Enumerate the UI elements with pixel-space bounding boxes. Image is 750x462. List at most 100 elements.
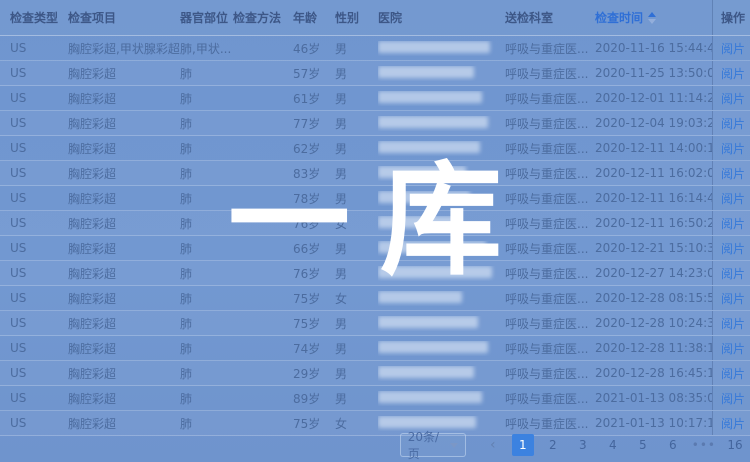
sort-carets[interactable] <box>648 12 656 24</box>
cell-action: 阅片 <box>712 236 750 260</box>
view-image-link[interactable]: 阅片 <box>721 340 745 357</box>
hospital-redacted-block <box>378 241 486 253</box>
table-row[interactable]: US 胸腔彩超 肺 57岁 男 呼吸与重症医... 2020-11-25 13:… <box>0 61 750 86</box>
cell-exam-time: 2020-12-11 16:14:49 <box>595 191 712 205</box>
table-body: US 胸腔彩超,甲状腺彩超 肺,甲状... 46岁 男 呼吸与重症医... 20… <box>0 36 750 436</box>
table-row[interactable]: US 胸腔彩超 肺 62岁 男 呼吸与重症医... 2020-12-11 14:… <box>0 136 750 161</box>
view-image-link[interactable]: 阅片 <box>721 165 745 182</box>
cell-exam-item: 胸腔彩超,甲状腺彩超 <box>68 40 180 57</box>
table-row[interactable]: US 胸腔彩超 肺 78岁 男 呼吸与重症医... 2020-12-11 16:… <box>0 186 750 211</box>
col-header-age[interactable]: 年龄 <box>293 9 335 26</box>
cell-exam-item: 胸腔彩超 <box>68 340 180 357</box>
cell-age: 75岁 <box>293 415 335 432</box>
cell-organ: 肺 <box>180 340 233 357</box>
cell-dept: 呼吸与重症医... <box>505 315 595 332</box>
cell-gender: 男 <box>335 65 378 82</box>
cell-dept: 呼吸与重症医... <box>505 215 595 232</box>
view-image-link[interactable]: 阅片 <box>721 40 745 57</box>
table-row[interactable]: US 胸腔彩超 肺 83岁 男 呼吸与重症医... 2020-12-11 16:… <box>0 161 750 186</box>
cell-gender: 男 <box>335 115 378 132</box>
cell-exam-time: 2020-12-28 11:38:11 <box>595 341 712 355</box>
cell-hospital <box>378 291 505 306</box>
col-header-exam-item[interactable]: 检查项目 <box>68 9 180 26</box>
page-button-5[interactable]: 5 <box>632 434 654 456</box>
cell-action: 阅片 <box>712 86 750 110</box>
page-button-1[interactable]: 1 <box>512 434 534 456</box>
view-image-link[interactable]: 阅片 <box>721 65 745 82</box>
cell-age: 61岁 <box>293 90 335 107</box>
cell-organ: 肺 <box>180 315 233 332</box>
table-row[interactable]: US 胸腔彩超 肺 74岁 男 呼吸与重症医... 2020-12-28 11:… <box>0 336 750 361</box>
col-header-exam-type[interactable]: 检查类型 <box>10 9 68 26</box>
col-header-dept[interactable]: 送检科室 <box>505 9 595 26</box>
col-header-method[interactable]: 检查方法 <box>233 9 293 26</box>
table-row[interactable]: US 胸腔彩超 肺 29岁 男 呼吸与重症医... 2020-12-28 16:… <box>0 361 750 386</box>
cell-age: 78岁 <box>293 190 335 207</box>
table-row[interactable]: US 胸腔彩超 肺 61岁 男 呼吸与重症医... 2020-12-01 11:… <box>0 86 750 111</box>
table-header-row: 检查类型 检查项目 器官部位 检查方法 年龄 性别 医院 送检科室 检查时间 操… <box>0 0 750 36</box>
hospital-redacted-block <box>378 266 492 278</box>
table-row[interactable]: US 胸腔彩超 肺 77岁 男 呼吸与重症医... 2020-12-04 19:… <box>0 111 750 136</box>
view-image-link[interactable]: 阅片 <box>721 365 745 382</box>
cell-dept: 呼吸与重症医... <box>505 190 595 207</box>
view-image-link[interactable]: 阅片 <box>721 215 745 232</box>
table-row[interactable]: US 胸腔彩超 肺 76岁 男 呼吸与重症医... 2020-12-27 14:… <box>0 261 750 286</box>
view-image-link[interactable]: 阅片 <box>721 290 745 307</box>
page-button-16[interactable]: 16 <box>724 434 746 456</box>
cell-action: 阅片 <box>712 186 750 210</box>
view-image-link[interactable]: 阅片 <box>721 190 745 207</box>
hospital-redacted-block <box>378 166 466 178</box>
cell-dept: 呼吸与重症医... <box>505 265 595 282</box>
page-size-select[interactable]: 20条/页 <box>400 433 466 457</box>
cell-age: 62岁 <box>293 140 335 157</box>
exam-table: 检查类型 检查项目 器官部位 检查方法 年龄 性别 医院 送检科室 检查时间 操… <box>0 0 750 436</box>
col-header-gender[interactable]: 性别 <box>335 9 378 26</box>
cell-hospital <box>378 91 505 106</box>
col-header-organ[interactable]: 器官部位 <box>180 9 233 26</box>
page-button-2[interactable]: 2 <box>542 434 564 456</box>
view-image-link[interactable]: 阅片 <box>721 315 745 332</box>
table-row[interactable]: US 胸腔彩超 肺 75岁 女 呼吸与重症医... 2020-12-28 08:… <box>0 286 750 311</box>
view-image-link[interactable]: 阅片 <box>721 90 745 107</box>
prev-page-button[interactable]: ‹ <box>482 434 504 456</box>
page-button-3[interactable]: 3 <box>572 434 594 456</box>
cell-exam-item: 胸腔彩超 <box>68 65 180 82</box>
page-ellipsis[interactable]: ••• <box>692 434 716 456</box>
hospital-redacted-block <box>378 141 480 153</box>
cell-organ: 肺 <box>180 165 233 182</box>
cell-hospital <box>378 341 505 356</box>
cell-hospital <box>378 41 505 56</box>
table-row[interactable]: US 胸腔彩超 肺 66岁 男 呼吸与重症医... 2020-12-21 15:… <box>0 236 750 261</box>
cell-dept: 呼吸与重症医... <box>505 415 595 432</box>
cell-organ: 肺 <box>180 115 233 132</box>
col-header-hospital[interactable]: 医院 <box>378 9 505 26</box>
cell-hospital <box>378 141 505 156</box>
table-row[interactable]: US 胸腔彩超 肺 89岁 男 呼吸与重症医... 2021-01-13 08:… <box>0 386 750 411</box>
cell-dept: 呼吸与重症医... <box>505 140 595 157</box>
page-button-6[interactable]: 6 <box>662 434 684 456</box>
view-image-link[interactable]: 阅片 <box>721 140 745 157</box>
cell-organ: 肺 <box>180 290 233 307</box>
table-row[interactable]: US 胸腔彩超 肺 75岁 男 呼吸与重症医... 2020-12-28 10:… <box>0 311 750 336</box>
cell-exam-type: US <box>10 116 68 130</box>
hospital-redacted-block <box>378 41 490 53</box>
cell-exam-type: US <box>10 416 68 430</box>
page-button-4[interactable]: 4 <box>602 434 624 456</box>
table-row[interactable]: US 胸腔彩超 肺 76岁 女 呼吸与重症医... 2020-12-11 16:… <box>0 211 750 236</box>
view-image-link[interactable]: 阅片 <box>721 265 745 282</box>
view-image-link[interactable]: 阅片 <box>721 240 745 257</box>
table-row[interactable]: US 胸腔彩超,甲状腺彩超 肺,甲状... 46岁 男 呼吸与重症医... 20… <box>0 36 750 61</box>
cell-exam-item: 胸腔彩超 <box>68 90 180 107</box>
view-image-link[interactable]: 阅片 <box>721 390 745 407</box>
view-image-link[interactable]: 阅片 <box>721 415 745 432</box>
cell-exam-type: US <box>10 316 68 330</box>
cell-gender: 男 <box>335 315 378 332</box>
cell-exam-time: 2020-12-27 14:23:04 <box>595 266 712 280</box>
cell-exam-time: 2020-12-11 16:02:05 <box>595 166 712 180</box>
cell-exam-item: 胸腔彩超 <box>68 165 180 182</box>
col-header-exam-time[interactable]: 检查时间 <box>595 9 712 26</box>
cell-dept: 呼吸与重症医... <box>505 165 595 182</box>
cell-exam-time: 2020-12-04 19:03:24 <box>595 116 712 130</box>
cell-gender: 男 <box>335 240 378 257</box>
view-image-link[interactable]: 阅片 <box>721 115 745 132</box>
